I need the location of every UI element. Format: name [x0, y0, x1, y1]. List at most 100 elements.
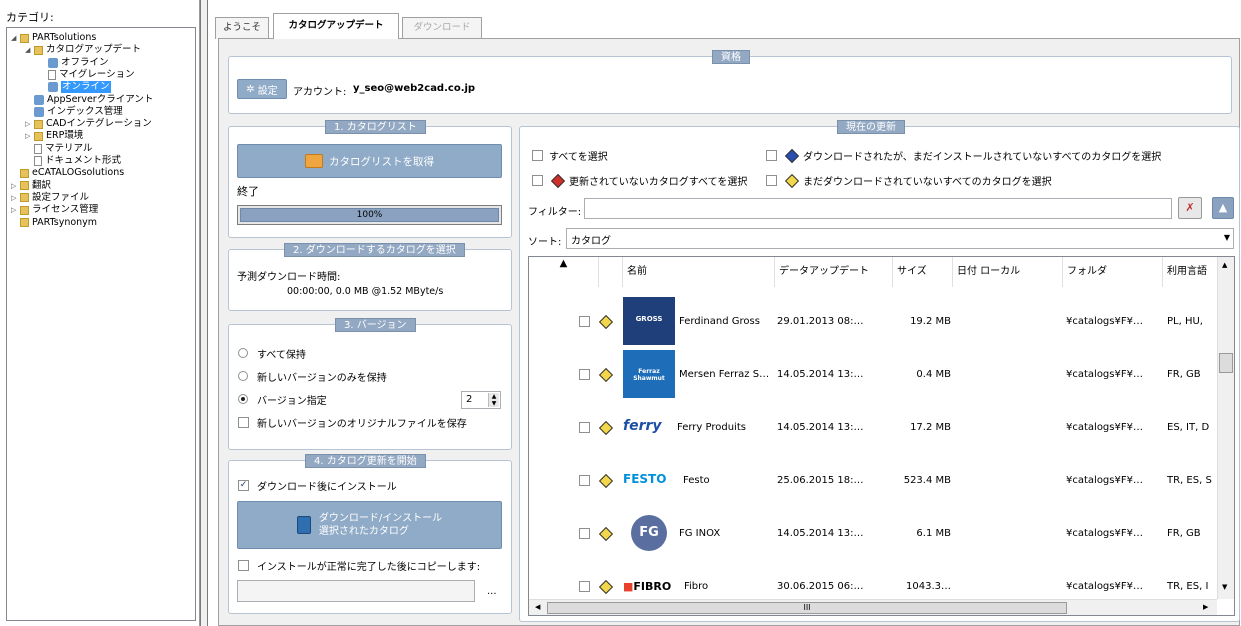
ferraz-shawmut-logo: Ferraz Shawmut — [623, 350, 675, 398]
select-not-downloaded-checkbox[interactable] — [766, 175, 777, 186]
row-checkbox[interactable] — [579, 422, 590, 433]
sort-indicator-icon[interactable]: ▲ — [529, 257, 599, 287]
horizontal-scroll-thumb[interactable]: III — [547, 602, 1067, 614]
tree-item-label: eCATALOGsolutions — [32, 167, 125, 179]
row-name: Festo — [683, 475, 710, 486]
header-local-date[interactable]: 日付 ローカル — [953, 257, 1063, 287]
header-data-update[interactable]: データアップデート — [775, 257, 893, 287]
expander-icon[interactable]: ◢ — [11, 32, 18, 44]
tree-item[interactable]: eCATALOGsolutions — [11, 167, 124, 179]
fg-logo: FG — [623, 509, 675, 557]
tree-item[interactable]: ▷ ERP環境 — [25, 130, 83, 142]
estimated-time-label: 予測ダウンロード時間: — [237, 272, 341, 283]
scroll-right-icon[interactable]: ▶ — [1203, 603, 1208, 611]
header-name[interactable]: 名前 — [623, 257, 775, 287]
tree-item[interactable]: マイグレーション — [39, 69, 135, 81]
table-row[interactable]: Ferraz Shawmut Mersen Ferraz S… 14.05.2014 … — [529, 348, 1209, 401]
copy-path-field[interactable] — [237, 580, 475, 602]
sort-select[interactable]: カタログ ▼ — [566, 228, 1234, 249]
chevron-down-icon[interactable]: ▼ — [1224, 233, 1230, 242]
header-folder[interactable]: フォルダ — [1063, 257, 1163, 287]
tree-item[interactable]: PARTsynonym — [11, 217, 97, 229]
row-checkbox[interactable] — [579, 475, 590, 486]
header-size[interactable]: サイズ — [893, 257, 953, 287]
gear-icon: ✲ — [246, 83, 255, 95]
start-update-title: 4. カタログ更新を開始 — [305, 454, 426, 468]
tree-item[interactable]: ◢ カタログアップデート — [25, 44, 141, 56]
category-tree[interactable]: ◢ PARTsolutions ◢ カタログアップデート オフライン マイグレーション オン… — [6, 27, 196, 621]
version-stepper[interactable]: 2 ▲ ▼ — [461, 391, 501, 409]
download-icon — [296, 516, 311, 534]
yellow-gem-icon — [598, 420, 614, 436]
expander-icon[interactable]: ◢ — [25, 44, 32, 56]
clear-filter-icon[interactable]: ✗ — [1178, 197, 1202, 219]
tree-item[interactable]: オンライン — [39, 81, 111, 94]
keep-new-radio[interactable] — [238, 371, 248, 381]
tree-item-label: マテリアル — [45, 142, 93, 154]
catalog-list-title: 1. カタログリスト — [325, 120, 426, 134]
tree-item[interactable]: ◢ PARTsolutions — [11, 32, 96, 44]
expander-icon[interactable]: ▷ — [11, 180, 18, 192]
category-panel: カテゴリ: ◢ PARTsolutions ◢ カタログアップデート オフライン マイグレ… — [0, 0, 200, 626]
expander-icon[interactable]: ▷ — [11, 204, 18, 216]
expander-icon[interactable]: ▷ — [25, 118, 32, 130]
tree-item[interactable]: ▷ CADインテグレーション — [25, 118, 152, 130]
vertical-scrollbar[interactable]: ▲ ▼ — [1217, 257, 1234, 599]
tree-item[interactable]: ▷ ライセンス管理 — [11, 204, 98, 216]
table-row[interactable]: ferry Ferry Produits 14.05.2014 13:… 17.2 M… — [529, 401, 1209, 454]
yellow-gem-icon — [598, 367, 614, 383]
sort-label: ソート: — [528, 237, 562, 248]
row-checkbox[interactable] — [579, 369, 590, 380]
table-row[interactable]: FESTO Festo 25.06.2015 18:… 523.4 MB ¥catalo… — [529, 454, 1212, 507]
account-value: y_seo@web2cad.co.jp — [353, 83, 476, 94]
tree-item[interactable]: オフライン — [39, 57, 109, 69]
row-size: 1043.3… — [906, 581, 951, 592]
spin-arrows-icon[interactable]: ▲ ▼ — [488, 393, 499, 407]
install-after-checkbox[interactable]: ✓ — [238, 480, 249, 491]
scroll-down-icon[interactable]: ▼ — [1222, 583, 1227, 591]
select-all-checkbox[interactable] — [532, 150, 543, 161]
row-checkbox[interactable] — [579, 528, 590, 539]
tree-item[interactable]: AppServerクライアント — [25, 94, 153, 106]
select-not-updated-checkbox[interactable] — [532, 175, 543, 186]
specify-version-radio[interactable] — [238, 394, 248, 404]
keep-all-radio[interactable] — [238, 348, 248, 358]
gear-icon — [34, 94, 44, 105]
row-language: FR, GB — [1167, 528, 1201, 539]
catalog-list-group: 1. カタログリスト カタログリストを取得 終了 100% — [228, 120, 512, 238]
fibro-logo: ■FIBRO — [623, 580, 672, 593]
table-row[interactable]: FG FG INOX 14.05.2014 13:… 6.1 MB ¥catalogs¥… — [529, 507, 1209, 560]
tree-item[interactable]: インデックス管理 — [25, 106, 123, 118]
filter-input[interactable] — [584, 198, 1172, 219]
splitter[interactable] — [200, 0, 208, 626]
row-language: ES, IT, D — [1167, 422, 1210, 433]
copy-after-checkbox[interactable] — [238, 560, 249, 571]
table-row[interactable]: ■FIBRO Fibro 30.06.2015 06:… 1043.3… ¥catalo… — [529, 560, 1209, 599]
tree-item[interactable]: ▷ 翻訳 — [11, 180, 51, 192]
expander-icon[interactable]: ▷ — [25, 130, 32, 142]
tab-catalog-update[interactable]: カタログアップデート — [273, 13, 399, 39]
header-language[interactable]: 利用言語 — [1163, 257, 1219, 287]
table-row[interactable]: GROSS Ferdinand Gross 29.01.2013 08:… 19.2 … — [529, 295, 1209, 348]
row-date: 14.05.2014 13:… — [777, 369, 864, 380]
row-checkbox[interactable] — [579, 316, 590, 327]
select-downloaded-checkbox[interactable] — [766, 150, 777, 161]
scroll-left-icon[interactable]: ◀ — [535, 603, 540, 611]
expander-icon[interactable]: ▷ — [11, 192, 18, 204]
get-catalog-list-button[interactable]: カタログリストを取得 — [237, 144, 502, 178]
collapse-up-icon[interactable]: ▲ — [1212, 197, 1234, 219]
tab-download[interactable]: ダウンロード — [402, 17, 482, 39]
row-checkbox[interactable] — [579, 581, 590, 592]
save-original-checkbox[interactable] — [238, 417, 249, 428]
scroll-up-icon[interactable]: ▲ — [1222, 261, 1227, 269]
tree-item[interactable]: マテリアル — [25, 143, 92, 155]
tree-item[interactable]: ▷ 設定ファイル — [11, 192, 89, 204]
download-install-button[interactable]: ダウンロード/インストール 選択されたカタログ — [237, 501, 502, 549]
tab-welcome[interactable]: ようこそ — [215, 17, 269, 39]
settings-button[interactable]: ✲ 設定 — [237, 79, 287, 99]
tree-item[interactable]: ドキュメント形式 — [25, 155, 121, 167]
folder-icon — [20, 205, 29, 215]
vertical-scroll-thumb[interactable] — [1219, 353, 1233, 373]
horizontal-scrollbar[interactable]: ◀ III ▶ — [529, 599, 1217, 615]
browse-button[interactable]: ... — [487, 586, 497, 597]
